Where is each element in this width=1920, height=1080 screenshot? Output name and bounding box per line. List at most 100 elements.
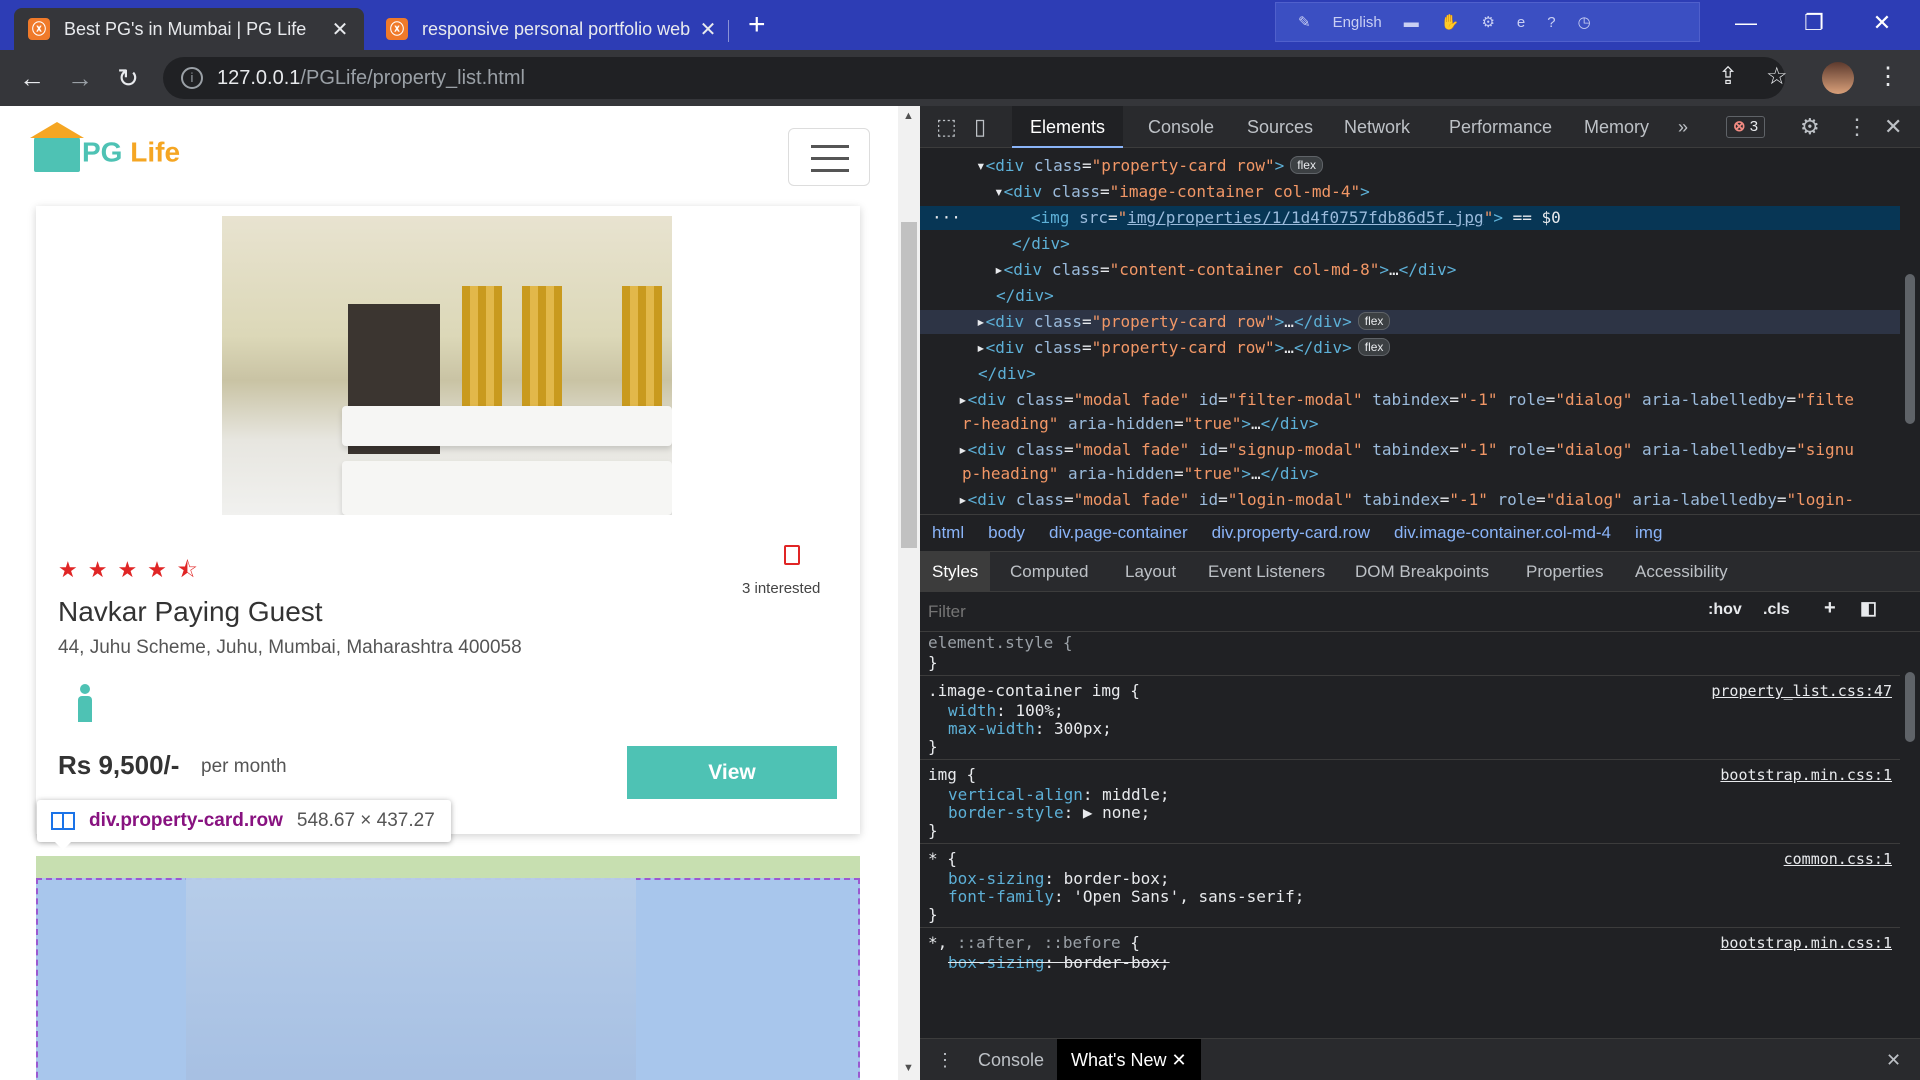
rule-selector[interactable]: img { bbox=[928, 764, 976, 786]
dom-node[interactable]: r-heading" aria-hidden="true">…</div> bbox=[920, 412, 1900, 436]
new-tab-button[interactable]: + bbox=[748, 10, 766, 40]
close-tab-icon[interactable]: ✕ bbox=[698, 17, 718, 42]
breadcrumb-item[interactable]: div.page-container bbox=[1049, 523, 1188, 543]
class-toggle-button[interactable]: .cls bbox=[1763, 601, 1790, 619]
styles-scrollbar[interactable] bbox=[1900, 632, 1920, 1038]
gear-icon[interactable]: ⚙ bbox=[1481, 13, 1494, 31]
pen-icon[interactable]: ✎ bbox=[1298, 13, 1311, 31]
keyboard-icon[interactable]: ▬ bbox=[1404, 14, 1419, 31]
dom-node[interactable]: ▸<div class="modal fade" id="login-modal… bbox=[920, 488, 1900, 512]
rule-selector[interactable]: *, ::after, ::before { bbox=[928, 932, 1140, 954]
view-property-button[interactable]: View bbox=[627, 746, 837, 799]
close-window-icon[interactable]: ✕ bbox=[1852, 6, 1912, 40]
style-declaration[interactable]: box-sizing: border-box; bbox=[948, 952, 1170, 974]
rule-selector[interactable]: element.style { bbox=[928, 632, 1073, 654]
dom-node[interactable]: ▸<div class="property-card row">…</div> f… bbox=[920, 310, 1900, 334]
inspect-element-icon[interactable]: ⬚ bbox=[936, 114, 957, 140]
scroll-down-arrow[interactable]: ▼ bbox=[903, 1062, 914, 1074]
breadcrumb-item-current[interactable]: img bbox=[1635, 523, 1662, 543]
tab-dom-breakpoints[interactable]: DOM Breakpoints bbox=[1355, 552, 1489, 592]
tab-accessibility[interactable]: Accessibility bbox=[1635, 552, 1728, 592]
drawer-tab-console[interactable]: Console bbox=[978, 1039, 1044, 1080]
style-source-link[interactable]: common.css:1 bbox=[1784, 850, 1892, 868]
new-style-rule-icon[interactable]: + bbox=[1824, 597, 1836, 620]
menu-kebab-icon[interactable]: ⋮ bbox=[1876, 62, 1900, 91]
profile-avatar[interactable] bbox=[1822, 62, 1854, 94]
forward-arrow-icon[interactable]: → bbox=[62, 60, 98, 96]
scroll-up-arrow[interactable]: ▲ bbox=[903, 110, 914, 122]
dom-node[interactable]: p-heading" aria-hidden="true">…</div> bbox=[920, 462, 1900, 486]
close-tab-icon[interactable]: ✕ bbox=[330, 17, 350, 42]
tab-console[interactable]: Console bbox=[1148, 106, 1214, 148]
rule-selector[interactable]: .image-container img { bbox=[928, 680, 1140, 702]
dom-tree-scrollbar[interactable] bbox=[1900, 154, 1920, 514]
scrollbar-thumb[interactable] bbox=[1905, 672, 1915, 742]
more-tabs-icon[interactable]: » bbox=[1678, 106, 1688, 148]
close-drawer-icon[interactable]: ✕ bbox=[1886, 1039, 1901, 1080]
ie-icon[interactable]: e bbox=[1517, 14, 1525, 31]
dom-node[interactable]: ▸<div class="modal fade" id="signup-moda… bbox=[920, 438, 1900, 462]
dom-node[interactable]: </div> bbox=[920, 232, 1900, 256]
browser-tab-inactive[interactable]: ⓧ responsive personal portfolio web ✕ bbox=[372, 8, 732, 50]
drawer-tab-whats-new[interactable]: What's New ✕ bbox=[1057, 1039, 1201, 1080]
device-toolbar-icon[interactable]: ▯ bbox=[974, 114, 986, 140]
tab-styles[interactable]: Styles bbox=[920, 552, 991, 592]
devtools-menu-icon[interactable]: ⋮ bbox=[1846, 114, 1868, 140]
close-devtools-icon[interactable]: ✕ bbox=[1884, 114, 1902, 140]
tab-network[interactable]: Network bbox=[1344, 106, 1410, 148]
styles-filter-input[interactable] bbox=[928, 598, 1698, 626]
style-source-link[interactable]: bootstrap.min.css:1 bbox=[1720, 934, 1892, 952]
scrollbar-thumb[interactable] bbox=[1905, 274, 1915, 424]
style-declaration[interactable]: font-family: 'Open Sans', sans-serif; bbox=[948, 886, 1304, 908]
breadcrumb-item[interactable]: body bbox=[988, 523, 1025, 543]
hover-state-button[interactable]: :hov bbox=[1708, 601, 1742, 619]
breadcrumb-item[interactable]: html bbox=[932, 523, 964, 543]
hamburger-menu-button[interactable] bbox=[788, 128, 870, 186]
tab-properties[interactable]: Properties bbox=[1526, 552, 1603, 592]
tab-computed[interactable]: Computed bbox=[1010, 552, 1088, 592]
back-arrow-icon[interactable]: ← bbox=[14, 60, 50, 96]
tab-sources[interactable]: Sources bbox=[1247, 106, 1313, 148]
restore-window-icon[interactable]: ❐ bbox=[1784, 6, 1844, 40]
dom-node[interactable]: </div> bbox=[920, 362, 1900, 386]
scrollbar-thumb[interactable] bbox=[901, 222, 917, 548]
help-icon[interactable]: ? bbox=[1547, 14, 1555, 31]
img-src-link[interactable]: img/properties/1/1d4f0757fdb86d5f.jpg bbox=[1127, 208, 1483, 227]
dom-node[interactable]: ▸<div class="content-container col-md-8"… bbox=[920, 258, 1900, 282]
flex-badge[interactable]: flex bbox=[1357, 312, 1391, 330]
dom-node[interactable]: ▾<div class="image-container col-md-4"> bbox=[920, 180, 1900, 204]
dom-node-selected[interactable]: ··· <img src="img/properties/1/1d4f0757fd… bbox=[920, 206, 1900, 230]
bookmark-star-icon[interactable]: ☆ bbox=[1766, 62, 1788, 91]
tab-layout[interactable]: Layout bbox=[1125, 552, 1176, 592]
share-icon[interactable]: ⇪ bbox=[1718, 62, 1738, 91]
breadcrumb-item[interactable]: div.property-card.row bbox=[1212, 523, 1370, 543]
tools-icon[interactable]: ✋ bbox=[1441, 13, 1460, 31]
minimize-window-icon[interactable]: — bbox=[1716, 6, 1776, 40]
flex-badge[interactable]: flex bbox=[1290, 156, 1323, 174]
style-declaration[interactable]: max-width: 300px; bbox=[948, 718, 1112, 740]
style-source-link[interactable]: property_list.css:47 bbox=[1711, 682, 1892, 700]
dom-node[interactable]: ▸<div class="modal fade" id="filter-moda… bbox=[920, 388, 1900, 412]
address-bar[interactable]: i 127.0.0.1/PGLife/property_list.html bbox=[163, 57, 1785, 99]
dom-node[interactable]: ▸<div class="property-card row">…</div> f… bbox=[920, 336, 1900, 360]
clock-icon[interactable]: ◷ bbox=[1578, 13, 1591, 31]
tab-event-listeners[interactable]: Event Listeners bbox=[1208, 552, 1325, 592]
language-label[interactable]: English bbox=[1333, 14, 1382, 31]
style-declaration[interactable]: border-style: ▶ none; bbox=[948, 802, 1150, 824]
tab-performance[interactable]: Performance bbox=[1449, 106, 1552, 148]
toggle-sidebar-icon[interactable]: ◧ bbox=[1860, 598, 1877, 619]
interested-heart-icon[interactable] bbox=[784, 545, 800, 565]
reload-icon[interactable]: ↻ bbox=[110, 60, 146, 96]
dom-node[interactable]: ▾<div class="property-card row"> flex bbox=[920, 154, 1900, 178]
pg-life-logo[interactable]: PG Life bbox=[30, 122, 180, 172]
site-info-icon[interactable]: i bbox=[181, 67, 203, 89]
style-source-link[interactable]: bootstrap.min.css:1 bbox=[1720, 766, 1892, 784]
flex-badge[interactable]: flex bbox=[1357, 338, 1391, 356]
tab-memory[interactable]: Memory bbox=[1584, 106, 1649, 148]
close-drawer-tab-icon[interactable]: ✕ bbox=[1171, 1050, 1186, 1070]
error-count-badge[interactable]: ⊗ 3 bbox=[1726, 116, 1766, 138]
breadcrumb-item[interactable]: div.image-container.col-md-4 bbox=[1394, 523, 1611, 543]
dom-node[interactable]: </div> bbox=[920, 284, 1900, 308]
drawer-menu-icon[interactable]: ⋮ bbox=[936, 1039, 954, 1080]
rule-selector[interactable]: * { bbox=[928, 848, 957, 870]
